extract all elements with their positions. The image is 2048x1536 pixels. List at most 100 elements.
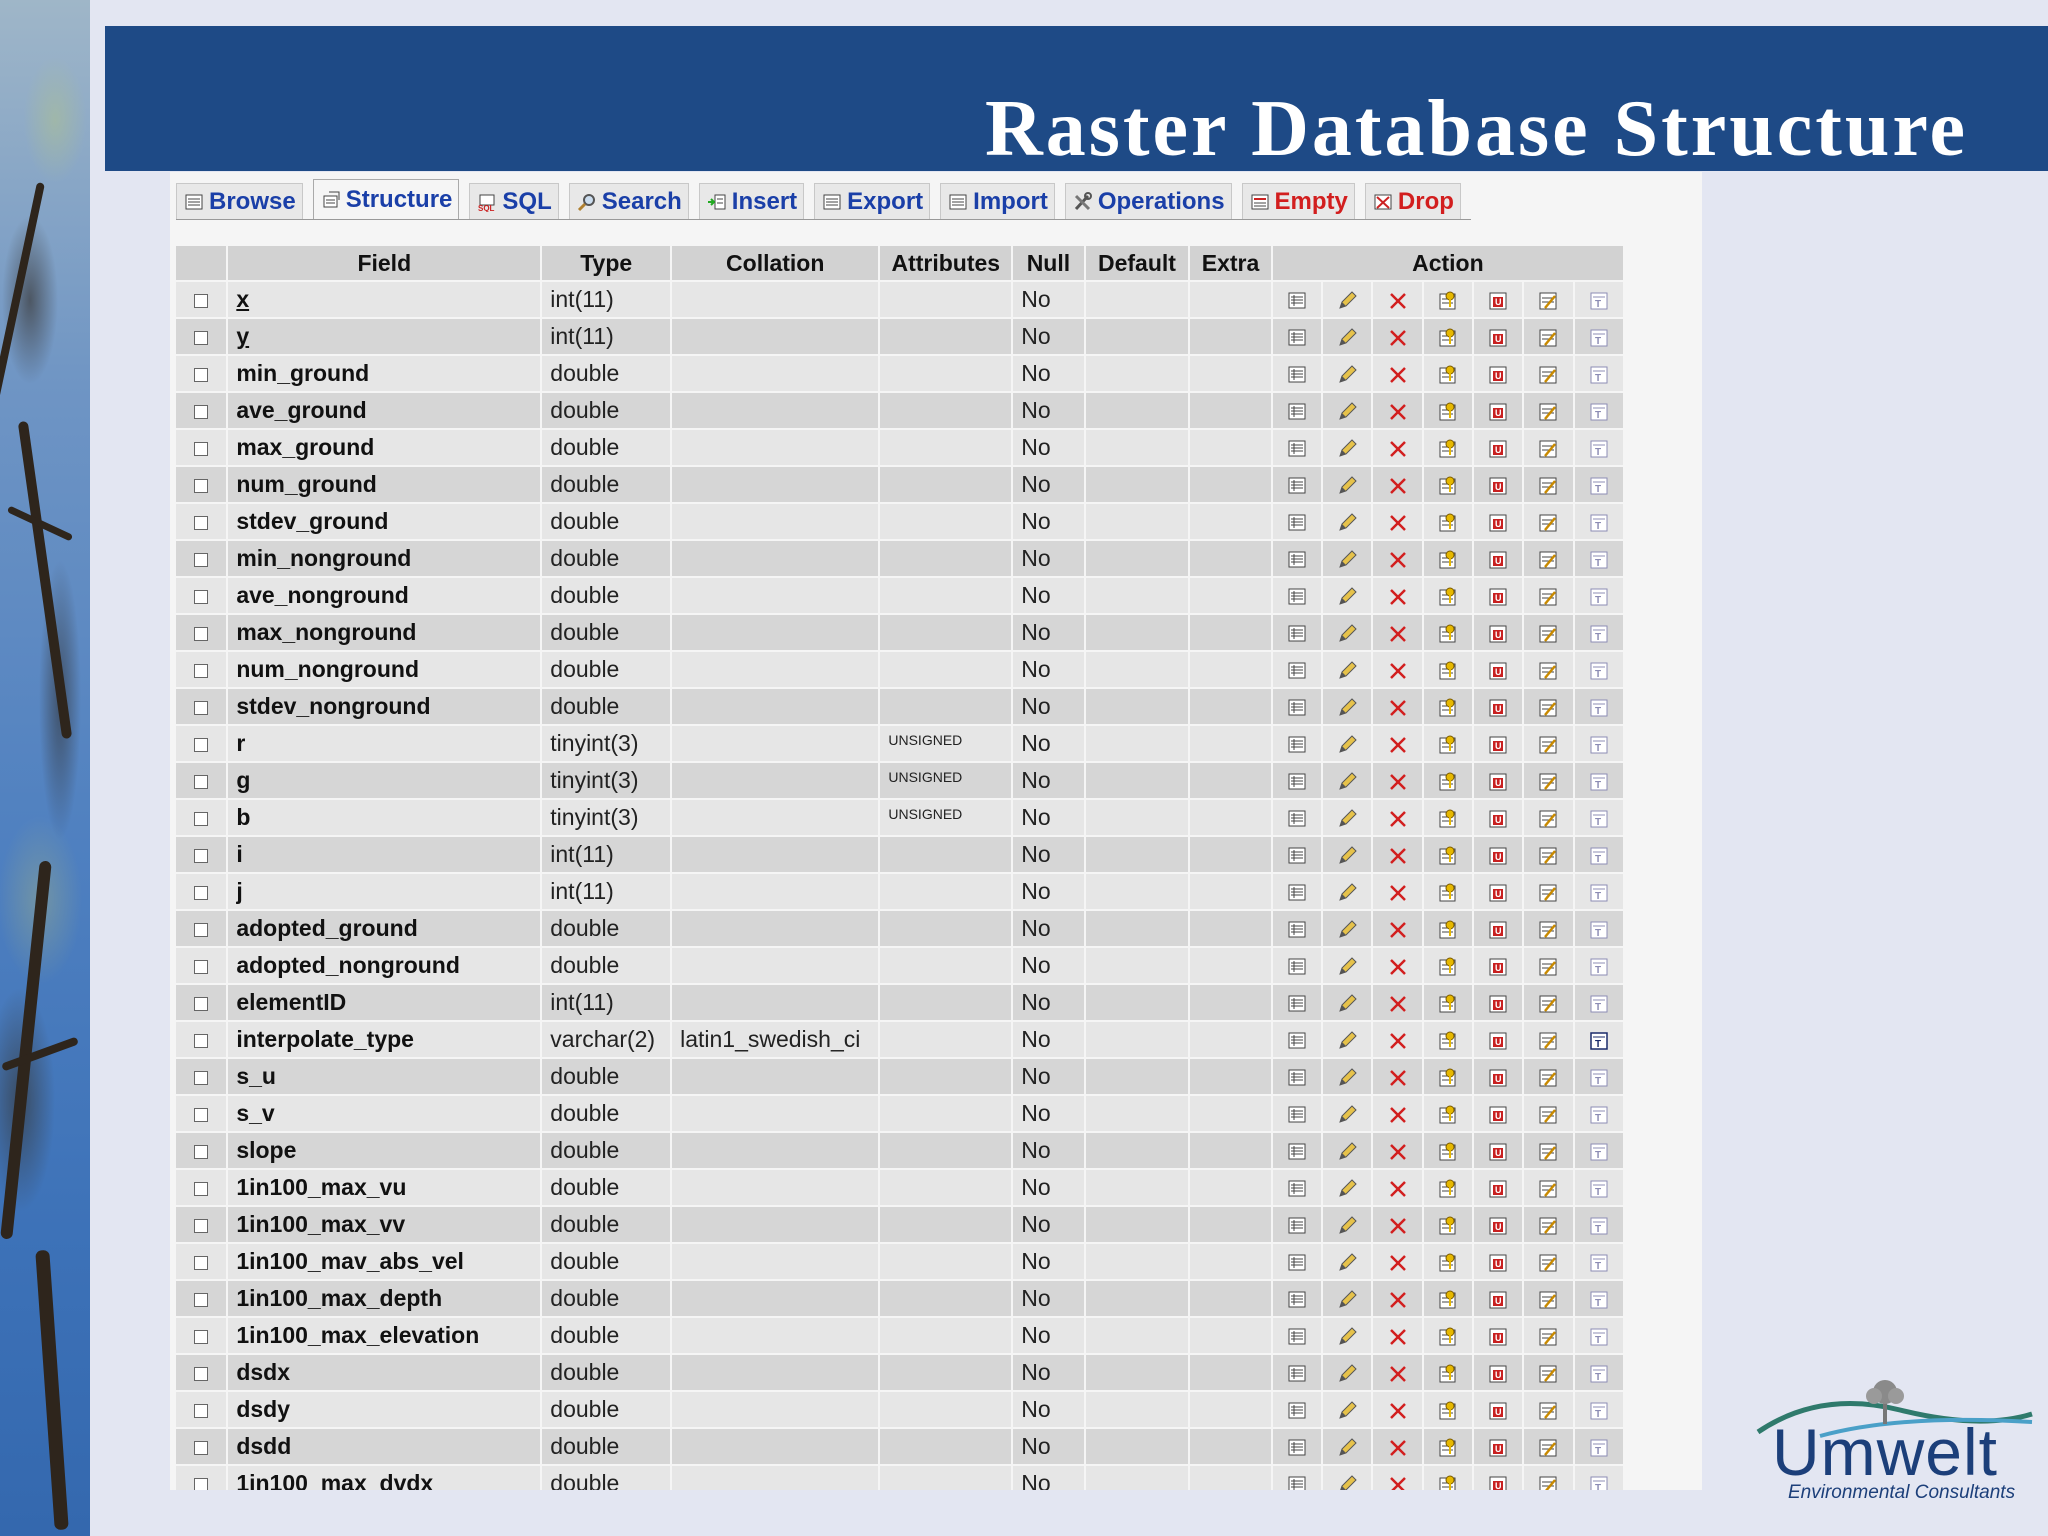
- edit-pencil-action[interactable]: [1323, 689, 1372, 724]
- drop-x-action[interactable]: [1373, 1207, 1422, 1242]
- unique-action[interactable]: U: [1473, 615, 1523, 650]
- browse-values-action[interactable]: [1272, 689, 1322, 724]
- edit-pencil-action[interactable]: [1323, 911, 1372, 946]
- header-attributes[interactable]: Attributes: [880, 246, 1012, 280]
- browse-values-action[interactable]: [1272, 1059, 1322, 1094]
- browse-values-action[interactable]: [1272, 282, 1322, 317]
- primary-key-action[interactable]: [1423, 1429, 1472, 1464]
- browse-values-action[interactable]: [1272, 837, 1322, 872]
- primary-key-action[interactable]: [1423, 578, 1472, 613]
- unique-action[interactable]: U: [1473, 1059, 1523, 1094]
- edit-pencil-action[interactable]: [1323, 504, 1372, 539]
- drop-x-action[interactable]: [1373, 1133, 1422, 1168]
- edit-pencil-action[interactable]: [1323, 948, 1372, 983]
- edit-pencil-action[interactable]: [1323, 763, 1372, 798]
- index-action[interactable]: [1524, 1281, 1573, 1316]
- edit-pencil-action[interactable]: [1323, 985, 1372, 1020]
- edit-pencil-action[interactable]: [1323, 1355, 1372, 1390]
- drop-x-action[interactable]: [1373, 1429, 1422, 1464]
- fulltext-action[interactable]: T: [1574, 1281, 1623, 1316]
- unique-action[interactable]: U: [1473, 1133, 1523, 1168]
- drop-x-action[interactable]: [1373, 356, 1422, 391]
- fulltext-action[interactable]: T: [1574, 319, 1623, 354]
- browse-values-action[interactable]: [1272, 1170, 1322, 1205]
- row-checkbox[interactable]: [194, 1218, 209, 1233]
- drop-x-action[interactable]: [1373, 874, 1422, 909]
- drop-x-action[interactable]: [1373, 800, 1422, 835]
- fulltext-action[interactable]: T: [1574, 800, 1623, 835]
- header-field[interactable]: Field: [228, 246, 541, 280]
- fulltext-action[interactable]: T: [1574, 948, 1623, 983]
- row-checkbox[interactable]: [194, 1033, 209, 1048]
- unique-action[interactable]: U: [1473, 541, 1523, 576]
- index-action[interactable]: [1524, 1207, 1573, 1242]
- browse-values-action[interactable]: [1272, 319, 1322, 354]
- unique-action[interactable]: U: [1473, 837, 1523, 872]
- row-checkbox[interactable]: [194, 1366, 209, 1381]
- primary-key-action[interactable]: [1423, 1022, 1472, 1057]
- edit-pencil-action[interactable]: [1323, 1022, 1372, 1057]
- browse-values-action[interactable]: [1272, 763, 1322, 798]
- row-checkbox[interactable]: [194, 515, 209, 530]
- edit-pencil-action[interactable]: [1323, 1133, 1372, 1168]
- row-checkbox[interactable]: [194, 700, 209, 715]
- row-checkbox[interactable]: [194, 1440, 209, 1455]
- row-checkbox[interactable]: [194, 441, 209, 456]
- row-checkbox[interactable]: [194, 737, 209, 752]
- row-checkbox[interactable]: [194, 626, 209, 641]
- row-checkbox[interactable]: [194, 663, 209, 678]
- primary-key-action[interactable]: [1423, 652, 1472, 687]
- primary-key-action[interactable]: [1423, 726, 1472, 761]
- primary-key-action[interactable]: [1423, 948, 1472, 983]
- primary-key-action[interactable]: [1423, 541, 1472, 576]
- drop-x-action[interactable]: [1373, 911, 1422, 946]
- browse-values-action[interactable]: [1272, 356, 1322, 391]
- index-action[interactable]: [1524, 1355, 1573, 1390]
- browse-values-action[interactable]: [1272, 1281, 1322, 1316]
- tab-operations[interactable]: Operations: [1064, 183, 1232, 219]
- row-checkbox[interactable]: [194, 885, 209, 900]
- row-checkbox[interactable]: [194, 589, 209, 604]
- index-action[interactable]: [1524, 1022, 1573, 1057]
- index-action[interactable]: [1524, 319, 1573, 354]
- primary-key-action[interactable]: [1423, 430, 1472, 465]
- browse-values-action[interactable]: [1272, 1392, 1322, 1427]
- drop-x-action[interactable]: [1373, 948, 1422, 983]
- fulltext-action[interactable]: T: [1574, 985, 1623, 1020]
- index-action[interactable]: [1524, 393, 1573, 428]
- browse-values-action[interactable]: [1272, 541, 1322, 576]
- fulltext-action[interactable]: T: [1574, 911, 1623, 946]
- edit-pencil-action[interactable]: [1323, 1096, 1372, 1131]
- drop-x-action[interactable]: [1373, 1392, 1422, 1427]
- drop-x-action[interactable]: [1373, 1059, 1422, 1094]
- drop-x-action[interactable]: [1373, 837, 1422, 872]
- unique-action[interactable]: U: [1473, 504, 1523, 539]
- primary-key-action[interactable]: [1423, 1096, 1472, 1131]
- fulltext-action[interactable]: T: [1574, 1170, 1623, 1205]
- fulltext-action[interactable]: T: [1574, 1133, 1623, 1168]
- index-action[interactable]: [1524, 1466, 1573, 1490]
- fulltext-action[interactable]: T: [1574, 356, 1623, 391]
- index-action[interactable]: [1524, 652, 1573, 687]
- browse-values-action[interactable]: [1272, 1022, 1322, 1057]
- drop-x-action[interactable]: [1373, 689, 1422, 724]
- index-action[interactable]: [1524, 948, 1573, 983]
- row-checkbox[interactable]: [194, 1144, 209, 1159]
- fulltext-action[interactable]: T: [1574, 282, 1623, 317]
- primary-key-action[interactable]: [1423, 800, 1472, 835]
- index-action[interactable]: [1524, 726, 1573, 761]
- drop-x-action[interactable]: [1373, 578, 1422, 613]
- browse-values-action[interactable]: [1272, 504, 1322, 539]
- tab-insert[interactable]: Insert: [698, 183, 805, 219]
- unique-action[interactable]: U: [1473, 1281, 1523, 1316]
- browse-values-action[interactable]: [1272, 1244, 1322, 1279]
- primary-key-action[interactable]: [1423, 911, 1472, 946]
- drop-x-action[interactable]: [1373, 393, 1422, 428]
- index-action[interactable]: [1524, 911, 1573, 946]
- drop-x-action[interactable]: [1373, 282, 1422, 317]
- browse-values-action[interactable]: [1272, 393, 1322, 428]
- unique-action[interactable]: U: [1473, 911, 1523, 946]
- edit-pencil-action[interactable]: [1323, 874, 1372, 909]
- index-action[interactable]: [1524, 1059, 1573, 1094]
- edit-pencil-action[interactable]: [1323, 541, 1372, 576]
